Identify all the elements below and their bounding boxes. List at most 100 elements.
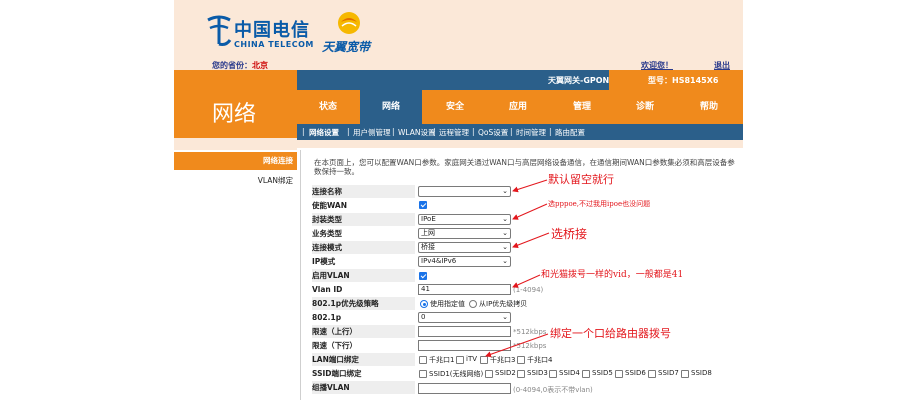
chevron-down-icon: ⌄	[502, 187, 508, 195]
tab-help[interactable]: 帮助	[678, 90, 740, 124]
lan-port-4-checkbox[interactable]	[517, 356, 525, 364]
lan-port-itv-checkbox[interactable]	[456, 356, 464, 364]
label-ssid-bind: SSID端口绑定	[312, 369, 362, 378]
ssid-5-label: SSID5	[592, 369, 613, 377]
policy-specified-label: 使用指定值	[430, 300, 465, 308]
conn-mode-select[interactable]: 桥接 ⌄	[418, 242, 511, 253]
subnav-time[interactable]: 时间管理	[516, 127, 546, 138]
label-8021p: 802.1p	[312, 313, 342, 322]
province-label: 您的省份：	[212, 61, 252, 70]
tianyi-broadband-logo: 天翼宽带	[322, 10, 382, 56]
subnav-routing[interactable]: 路由配置	[555, 127, 585, 138]
label-service: 业务类型	[312, 229, 342, 238]
subnav-separator: |	[510, 127, 513, 136]
ip-mode-value: IPv4&IPv6	[421, 257, 457, 265]
up-limit-input[interactable]	[418, 326, 511, 337]
ssid-8-checkbox[interactable]	[681, 370, 689, 378]
section-title: 网络	[174, 90, 297, 138]
subnav-separator: |	[347, 127, 350, 136]
tianyi-sun-icon	[338, 12, 360, 34]
tab-status[interactable]: 状态	[297, 90, 359, 124]
subnav-remote[interactable]: 远程管理	[439, 127, 469, 138]
ssid-7-label: SSID7	[658, 369, 679, 377]
annotation-pppoe: 选pppoe,不过我用ipoe也没问题	[548, 200, 651, 208]
left-menu: 网络连接 VLAN绑定	[174, 150, 297, 400]
label-priority-policy: 802.1p优先级策略	[312, 297, 415, 310]
encap-select[interactable]: IPoE ⌄	[418, 214, 511, 225]
label-conn-mode: 连接模式	[312, 241, 415, 254]
arrow-to-conn-name	[512, 179, 548, 193]
policy-specified-radio[interactable]	[420, 300, 428, 308]
ssid-1-checkbox[interactable]	[419, 370, 427, 378]
ssid-6-label: SSID6	[625, 369, 646, 377]
subnav-separator: |	[472, 127, 475, 136]
lan-port-itv-label: iTV	[466, 355, 478, 363]
label-lan-bind: LAN端口绑定	[312, 353, 415, 366]
label-down-limit: 限速（下行）	[312, 341, 357, 350]
subnav-wlan[interactable]: WLAN设置	[398, 127, 436, 138]
tab-network[interactable]: 网络	[360, 90, 422, 124]
lan-port-1-checkbox[interactable]	[419, 356, 427, 364]
annotation-bridge: 选桥接	[551, 227, 588, 241]
vlan-id-input[interactable]: 41	[418, 284, 511, 295]
ssid-2-checkbox[interactable]	[485, 370, 493, 378]
ssid-8-label: SSID8	[691, 369, 712, 377]
lan-port-3-checkbox[interactable]	[480, 356, 488, 364]
chevron-down-icon: ⌄	[502, 257, 508, 265]
policy-copy-radio[interactable]	[469, 300, 477, 308]
encap-value: IPoE	[421, 215, 436, 223]
arrow-to-encap	[512, 203, 548, 220]
subnav-separator: |	[392, 127, 395, 136]
ssid-2-label: SSID2	[495, 369, 516, 377]
conn-name-select[interactable]: ⌄	[418, 186, 511, 197]
main-nav: 状态 网络 安全 应用 管理 诊断 帮助	[297, 90, 743, 124]
ssid-4-label: SSID4	[559, 369, 580, 377]
lan-port-4-label: 千兆口4	[527, 356, 553, 364]
arrow-to-conn-mode	[512, 232, 550, 248]
ip-mode-select[interactable]: IPv4&IPv6 ⌄	[418, 256, 511, 267]
ssid-5-checkbox[interactable]	[582, 370, 590, 378]
sidebar-item-network-connection[interactable]: 网络连接	[174, 152, 297, 170]
tab-management[interactable]: 管理	[551, 90, 613, 124]
section-title-footer	[174, 138, 297, 150]
annotation-vid: 和光猫拨号一样的vid，一般都是41	[541, 270, 684, 280]
chevron-down-icon: ⌄	[502, 243, 508, 251]
label-enable-wan: 使能WAN	[312, 201, 348, 210]
mcast-vlan-input[interactable]	[418, 383, 511, 394]
lan-port-3-label: 千兆口3	[490, 356, 516, 364]
tab-application[interactable]: 应用	[487, 90, 549, 124]
down-limit-hint: *512kbps	[513, 342, 547, 350]
mcast-vlan-hint: (0-4094,0表示不带vlan)	[513, 386, 593, 394]
enable-vlan-checkbox[interactable]	[419, 272, 427, 280]
subnav-qos[interactable]: QoS设置	[478, 127, 508, 138]
chevron-down-icon: ⌄	[502, 229, 508, 237]
brand-en: CHINA TELECOM	[234, 40, 314, 49]
ssid-4-checkbox[interactable]	[549, 370, 557, 378]
subnav-user-side[interactable]: 用户侧管理	[353, 127, 391, 138]
service-value: 上网	[421, 229, 435, 237]
down-limit-input[interactable]	[418, 340, 511, 351]
service-select[interactable]: 上网 ⌄	[418, 228, 511, 239]
p8021-value: 0	[421, 313, 426, 321]
chevron-down-icon: ⌄	[502, 313, 508, 321]
annotation-leave-blank: 默认留空就行	[548, 173, 614, 186]
subnav-separator: |	[549, 127, 552, 136]
subnav-separator: |	[433, 127, 436, 136]
subnav-network-settings[interactable]: 网络设置	[309, 127, 339, 138]
p8021-select[interactable]: 0 ⌄	[418, 312, 511, 323]
ssid-6-checkbox[interactable]	[615, 370, 623, 378]
label-conn-name: 连接名称	[312, 185, 415, 198]
enable-wan-checkbox[interactable]	[419, 201, 427, 209]
ssid-3-checkbox[interactable]	[517, 370, 525, 378]
brand-cn: 中国电信	[234, 20, 310, 41]
sidebar-item-vlan-binding[interactable]: VLAN绑定	[174, 172, 297, 190]
tab-security[interactable]: 安全	[424, 90, 486, 124]
product-name: 天翼宽带	[322, 40, 371, 54]
tab-diagnosis[interactable]: 诊断	[614, 90, 676, 124]
content-divider	[300, 150, 301, 400]
ssid-7-checkbox[interactable]	[648, 370, 656, 378]
vlan-id-hint: (1-4094)	[513, 286, 544, 294]
policy-copy-label: 从IP优先级拷贝	[479, 300, 528, 308]
sub-nav: | 网络设置 | 用户侧管理 | WLAN设置 | 远程管理 | QoS设置 |…	[297, 124, 743, 140]
china-telecom-logo: 中国电信 CHINA TELECOM	[204, 14, 314, 54]
